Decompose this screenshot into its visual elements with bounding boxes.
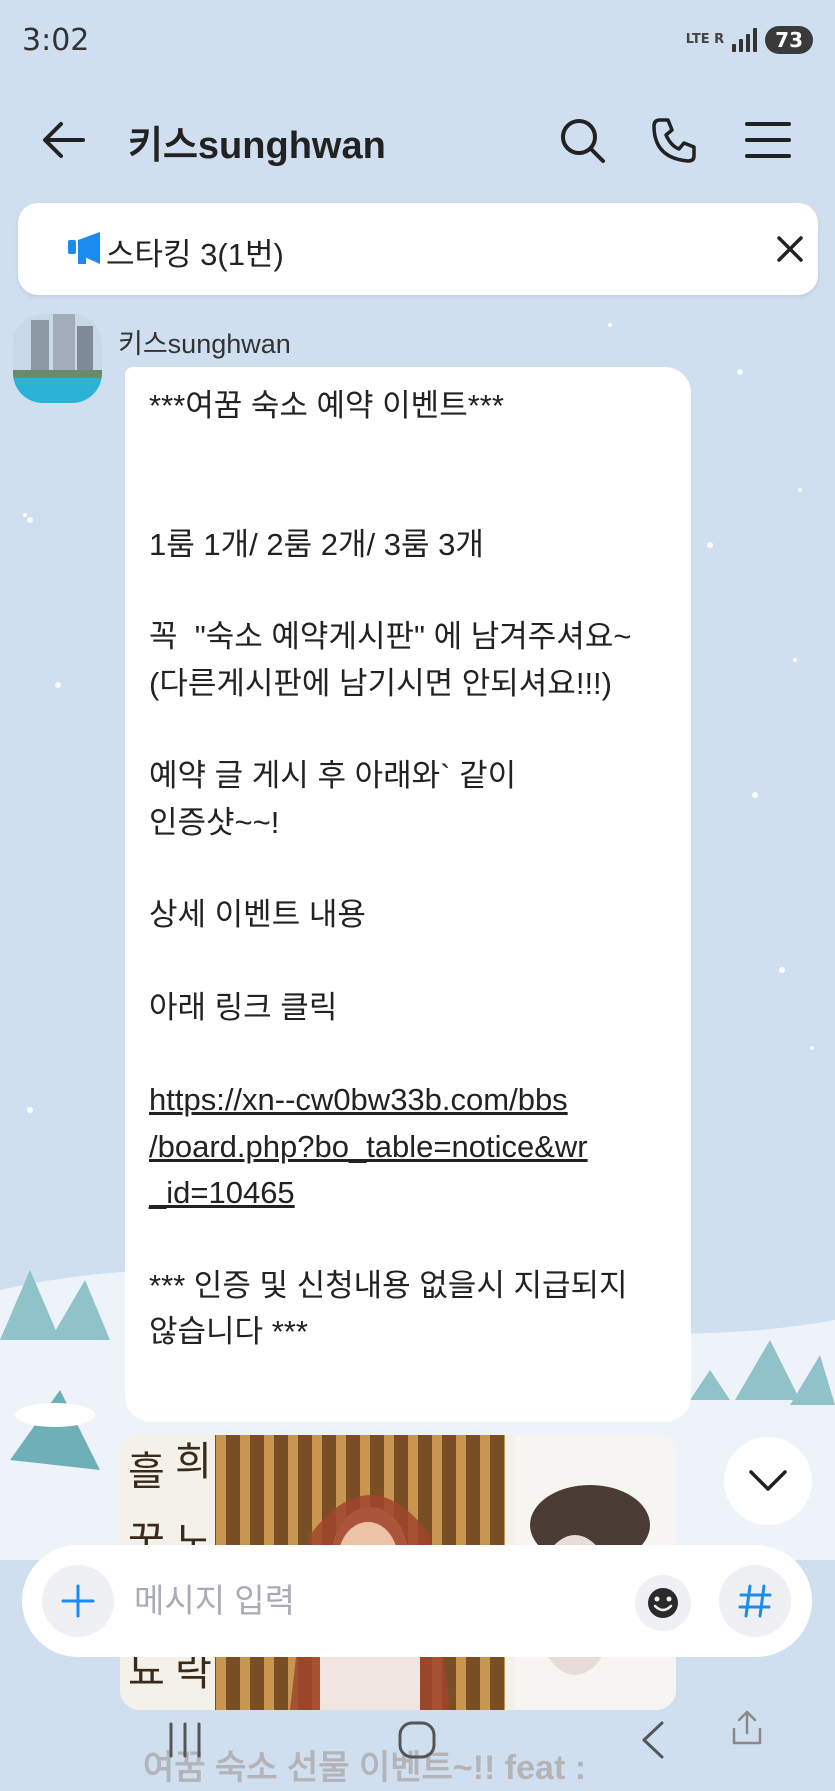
status-bar: 3:02 LTE R 73 bbox=[0, 0, 835, 80]
chat-title: 키스sunghwan bbox=[128, 125, 386, 167]
megaphone-icon bbox=[68, 232, 100, 264]
back-chevron-icon bbox=[642, 1721, 664, 1759]
message-text: ***여꿈 숙소 예약 이벤트*** 1룸 1개/ 2룸 2개/ 3룸 3개 꼭… bbox=[149, 383, 679, 1355]
attach-button[interactable] bbox=[42, 1565, 114, 1637]
avatar-image bbox=[13, 314, 102, 403]
signal-icon bbox=[732, 28, 758, 52]
scroll-down-circle bbox=[724, 1437, 812, 1525]
home-icon bbox=[398, 1721, 436, 1759]
share-icon bbox=[732, 1710, 762, 1745]
notice-banner[interactable]: 스타킹 3(1번) bbox=[18, 203, 818, 295]
phone-icon bbox=[652, 118, 696, 163]
message-input[interactable] bbox=[134, 1575, 634, 1627]
emoji-icon bbox=[648, 1588, 678, 1618]
message-body-bottom: *** 인증 및 신청내용 없을시 지급되지 않습니다 *** bbox=[149, 1267, 628, 1349]
menu-icon bbox=[745, 122, 791, 158]
message-link[interactable]: https://xn--cw0bw33b.com/bbs /board.php?… bbox=[149, 1082, 588, 1210]
status-indicators: LTE R 73 bbox=[686, 26, 813, 54]
search-button[interactable] bbox=[554, 112, 610, 168]
back-arrow-icon bbox=[43, 122, 85, 158]
chevron-down-icon bbox=[749, 1470, 787, 1491]
close-icon[interactable] bbox=[770, 229, 810, 269]
call-button[interactable] bbox=[646, 112, 702, 168]
sender-name: 키스sunghwan bbox=[118, 329, 291, 359]
chat-header: 키스sunghwan bbox=[0, 90, 835, 185]
system-back-button[interactable] bbox=[618, 1712, 688, 1768]
svg-text:희: 희 bbox=[175, 1439, 212, 1485]
message-body-top: ***여꿈 숙소 예약 이벤트*** 1룸 1개/ 2룸 2개/ 3룸 3개 꼭… bbox=[149, 388, 632, 1025]
svg-text:흘: 흘 bbox=[128, 1449, 165, 1495]
network-type: LTE R bbox=[685, 32, 725, 47]
hashtag-icon bbox=[738, 1584, 772, 1618]
avatar[interactable] bbox=[13, 314, 102, 403]
hashtag-button[interactable] bbox=[719, 1565, 791, 1637]
search-icon bbox=[561, 119, 605, 163]
recent-apps-icon bbox=[169, 1722, 201, 1758]
back-button[interactable] bbox=[36, 112, 92, 168]
notice-text: 스타킹 3(1번) bbox=[106, 237, 284, 272]
battery-indicator: 73 bbox=[765, 26, 813, 54]
message-bubble[interactable]: ***여꿈 숙소 예약 이벤트*** 1룸 1개/ 2룸 2개/ 3룸 3개 꼭… bbox=[125, 367, 691, 1422]
share-button[interactable] bbox=[712, 1700, 782, 1756]
plus-icon bbox=[61, 1584, 95, 1618]
scroll-to-bottom-button[interactable] bbox=[724, 1437, 835, 1527]
emoji-button[interactable] bbox=[635, 1575, 691, 1631]
message-input-bar bbox=[22, 1545, 812, 1657]
recent-apps-button[interactable] bbox=[150, 1712, 220, 1768]
system-nav-bar bbox=[0, 1690, 835, 1791]
menu-button[interactable] bbox=[740, 112, 796, 168]
status-time: 3:02 bbox=[22, 22, 90, 58]
home-button[interactable] bbox=[382, 1712, 452, 1768]
